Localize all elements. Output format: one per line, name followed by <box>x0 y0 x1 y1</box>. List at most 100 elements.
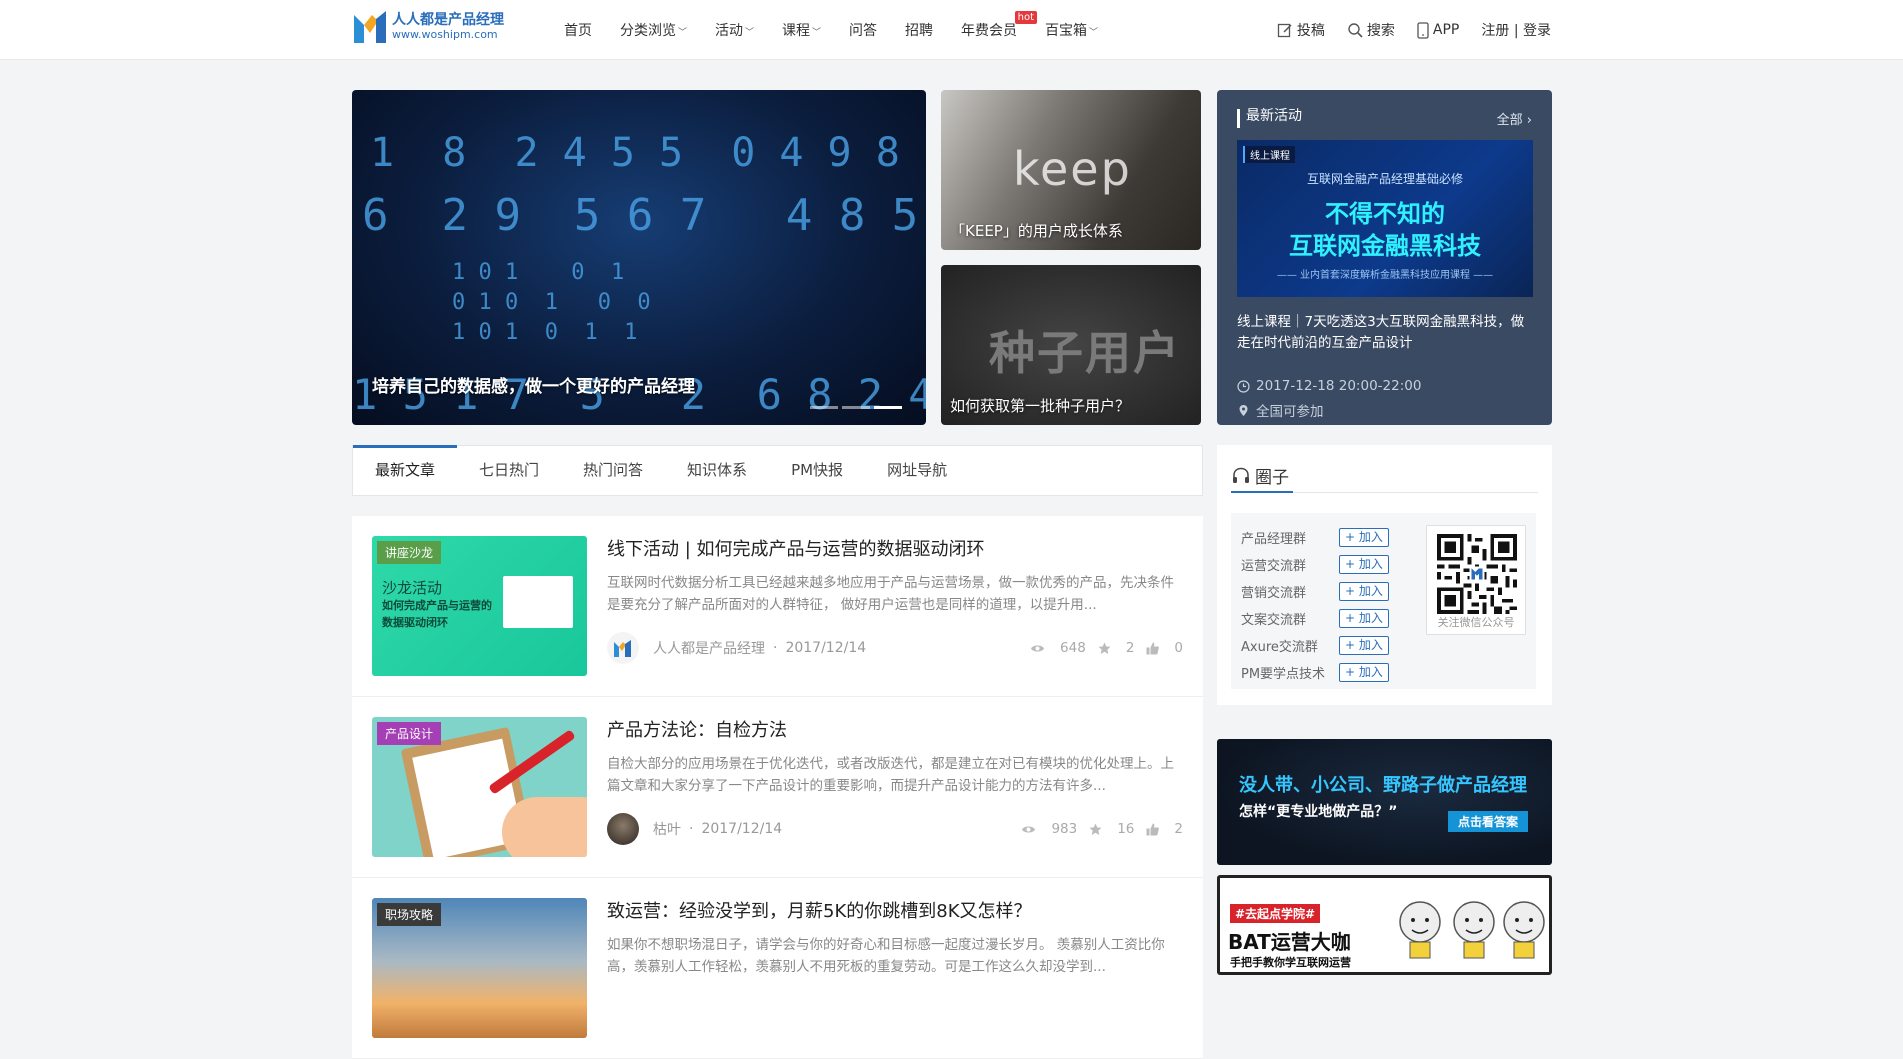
hot-badge: hot <box>1014 11 1038 24</box>
ad-banner-operations[interactable]: #去起点学院# BAT运营大咖 手把手教你学互联网运营 <box>1217 875 1552 975</box>
eye-icon <box>1022 826 1036 832</box>
nav-item-courses[interactable]: 课程 ﹀ <box>782 20 821 40</box>
ad-banner-product[interactable]: 没人带、小公司、野路子做产品经理 怎样“更专业地做产品？” 点击看答案 <box>1217 739 1552 865</box>
slide-indicators <box>806 406 902 409</box>
app-link[interactable]: APP <box>1417 21 1459 39</box>
article-thumbnail[interactable]: 职场攻略 <box>372 898 587 1038</box>
hero-side-card-keep[interactable]: keep 「KEEP」的用户成长体系 <box>941 90 1201 250</box>
tab-weekly-hot[interactable]: 七日热门 <box>457 446 561 495</box>
chevron-down-icon: ﹀ <box>678 28 688 38</box>
ad-cta-button[interactable]: 点击看答案 <box>1447 811 1528 832</box>
activity-banner[interactable]: 线上课程 互联网金融产品经理基础必修 不得不知的 互联网金融黑科技 —— 业内首… <box>1237 140 1533 297</box>
stars-count[interactable]: 2 <box>1098 640 1134 656</box>
keep-image-word: keep <box>1013 142 1132 196</box>
group-row: 运营交流群 + 加入 <box>1241 555 1389 574</box>
article-date: 2017/12/14 <box>785 640 867 656</box>
stars-count[interactable]: 16 <box>1089 821 1134 837</box>
join-button[interactable]: + 加入 <box>1339 582 1389 601</box>
main-nav: 首页 分类浏览 ﹀ 活动 ﹀ 课程 ﹀ 问答 招聘 年费会员 hot 百宝箱 ﹀ <box>564 0 1126 60</box>
nav-item-membership[interactable]: 年费会员 hot <box>961 11 1038 40</box>
group-row: PM要学点技术 + 加入 <box>1241 663 1389 682</box>
header-actions: 投稿 搜索 APP 注册 | 登录 <box>1255 0 1551 60</box>
site-header: 人人都是产品经理 www.woshipm.com 首页 分类浏览 ﹀ 活动 ﹀ 课程… <box>0 0 1903 60</box>
hero-side-card-seed-users[interactable]: 种子用户 如何获取第一批种子用户？ <box>941 265 1201 425</box>
article-item: 职场攻略 致运营：经验没学到，月薪5K的你跳槽到8K又怎样？ 如果你不想职场混日… <box>352 878 1203 1059</box>
hero-main-caption: 培养自己的数据感，做一个更好的产品经理 <box>372 377 695 397</box>
activity-description[interactable]: 线上课程｜7天吃透这3大互联网金融黑科技，做走在时代前沿的互金产品设计 <box>1237 312 1537 354</box>
nav-item-home[interactable]: 首页 <box>564 20 592 40</box>
slide-dot-3[interactable] <box>874 406 902 409</box>
group-row: Axure交流群 + 加入 <box>1241 636 1389 655</box>
star-icon <box>1098 642 1111 654</box>
activity-time: 2017-12-18 20:00-22:00 <box>1237 378 1421 394</box>
slide-dot-2[interactable] <box>842 406 870 409</box>
group-row: 产品经理群 + 加入 <box>1241 528 1389 547</box>
nav-item-events[interactable]: 活动 ﹀ <box>715 20 754 40</box>
latest-activity-card: 最新活动 全部 › 线上课程 互联网金融产品经理基础必修 不得不知的 互联网金融… <box>1217 90 1552 425</box>
search-icon <box>1348 23 1363 38</box>
join-button[interactable]: + 加入 <box>1339 636 1389 655</box>
eye-icon <box>1031 645 1045 651</box>
article-author[interactable]: 枯叶 · 2017/12/14 <box>607 813 782 845</box>
article-stats: 648 2 0 <box>1018 640 1183 656</box>
avatar <box>607 632 639 664</box>
join-button[interactable]: + 加入 <box>1339 528 1389 547</box>
star-icon <box>1089 823 1102 835</box>
activity-all-link[interactable]: 全部 › <box>1497 109 1532 128</box>
join-button[interactable]: + 加入 <box>1339 555 1389 574</box>
likes-count[interactable]: 2 <box>1146 821 1183 837</box>
activity-banner-line: 互联网金融产品经理基础必修 <box>1306 172 1463 186</box>
qr-label: 关注微信公众号 <box>1437 616 1515 629</box>
article-title[interactable]: 线下活动 | 如何完成产品与运营的数据驱动闭环 <box>607 535 985 561</box>
article-summary: 互联网时代数据分析工具已经越来越多地应用于产品与运营场景，做一款优秀的产品，先决… <box>607 575 1174 613</box>
group-list: 产品经理群 + 加入 运营交流群 + 加入 营销交流群 + 加入 文案交流群 + 加入 … <box>1231 513 1536 689</box>
chevron-right-icon: › <box>1526 113 1532 128</box>
hero-side-caption: 如何获取第一批种子用户？ <box>950 397 1131 415</box>
nav-item-jobs[interactable]: 招聘 <box>905 20 933 40</box>
article-thumbnail[interactable]: 讲座沙龙 沙龙活动 如何完成产品与运营的 数据驱动闭环 <box>372 536 587 676</box>
edit-icon <box>1277 23 1292 38</box>
thumbnail-text: 沙龙活动 如何完成产品与运营的 数据驱动闭环 <box>382 579 492 630</box>
article-thumbnail[interactable]: 产品设计 <box>372 717 587 857</box>
likes-count[interactable]: 0 <box>1146 640 1183 656</box>
article-list: 讲座沙龙 沙龙活动 如何完成产品与运营的 数据驱动闭环 线下活动 | 如何完成产… <box>352 516 1203 1059</box>
article-title[interactable]: 致运营：经验没学到，月薪5K的你跳槽到8K又怎样？ <box>607 897 1032 923</box>
activity-location: 全国可参加 <box>1237 400 1324 420</box>
login-register-link[interactable]: 注册 | 登录 <box>1481 20 1551 40</box>
submit-link[interactable]: 投稿 <box>1277 20 1325 40</box>
article-title[interactable]: 产品方法论：自检方法 <box>607 716 787 742</box>
hero-main-slide[interactable]: 1 8 2 4 5 5 0 4 9 8 5 6 2 9 5 6 7 4 8 5 … <box>352 90 926 425</box>
ad-title: 没人带、小公司、野路子做产品经理 <box>1239 775 1527 796</box>
tab-hot-qa[interactable]: 热门问答 <box>561 446 665 495</box>
article-date: 2017/12/14 <box>701 821 783 837</box>
tab-pm-news[interactable]: PM快报 <box>769 446 865 495</box>
article-category-tag: 职场攻略 <box>377 903 442 926</box>
article-author[interactable]: 人人都是产品经理 · 2017/12/14 <box>607 632 866 664</box>
article-item: 讲座沙龙 沙龙活动 如何完成产品与运营的 数据驱动闭环 线下活动 | 如何完成产… <box>352 516 1203 697</box>
slide-dot-1[interactable] <box>810 406 838 409</box>
ad-subtitle: 怎样“更专业地做产品？” <box>1239 804 1398 820</box>
article-summary: 如果你不想职场混日子，请学会与你的好奇心和目标感一起度过漫长岁月。 羡慕别人工资… <box>607 937 1165 975</box>
article-item: 产品设计 产品方法论：自检方法 自检大部分的应用场景在于优化迭代，或者改版迭代，… <box>352 697 1203 878</box>
activity-banner-tag: 线上课程 <box>1243 146 1295 163</box>
search-link[interactable]: 搜索 <box>1347 20 1395 40</box>
nav-item-toolbox[interactable]: 百宝箱 ﹀ <box>1045 20 1098 40</box>
article-tabs: 最新文章 七日热门 热门问答 知识体系 PM快报 网址导航 <box>352 445 1203 496</box>
join-button[interactable]: + 加入 <box>1339 663 1389 682</box>
hand-illustration <box>502 797 587 857</box>
nav-item-categories[interactable]: 分类浏览 ﹀ <box>620 20 687 40</box>
tab-latest[interactable]: 最新文章 <box>353 445 458 495</box>
join-button[interactable]: + 加入 <box>1339 609 1389 628</box>
meme-face-icon <box>1453 901 1495 959</box>
clock-icon <box>1237 379 1250 393</box>
site-logo[interactable]: 人人都是产品经理 www.woshipm.com <box>352 9 504 45</box>
activity-banner-line: 不得不知的 <box>1325 200 1445 228</box>
nav-item-qa[interactable]: 问答 <box>849 20 877 40</box>
ad-subtitle: 手把手教你学互联网运营 <box>1230 956 1351 969</box>
tab-site-nav[interactable]: 网址导航 <box>865 446 969 495</box>
tab-knowledge[interactable]: 知识体系 <box>665 446 769 495</box>
seed-image-word: 种子用户 <box>989 326 1181 380</box>
activity-title: 最新活动 <box>1237 109 1302 128</box>
dashboard-illustration <box>503 576 573 628</box>
chevron-down-icon: ﹀ <box>745 28 755 38</box>
